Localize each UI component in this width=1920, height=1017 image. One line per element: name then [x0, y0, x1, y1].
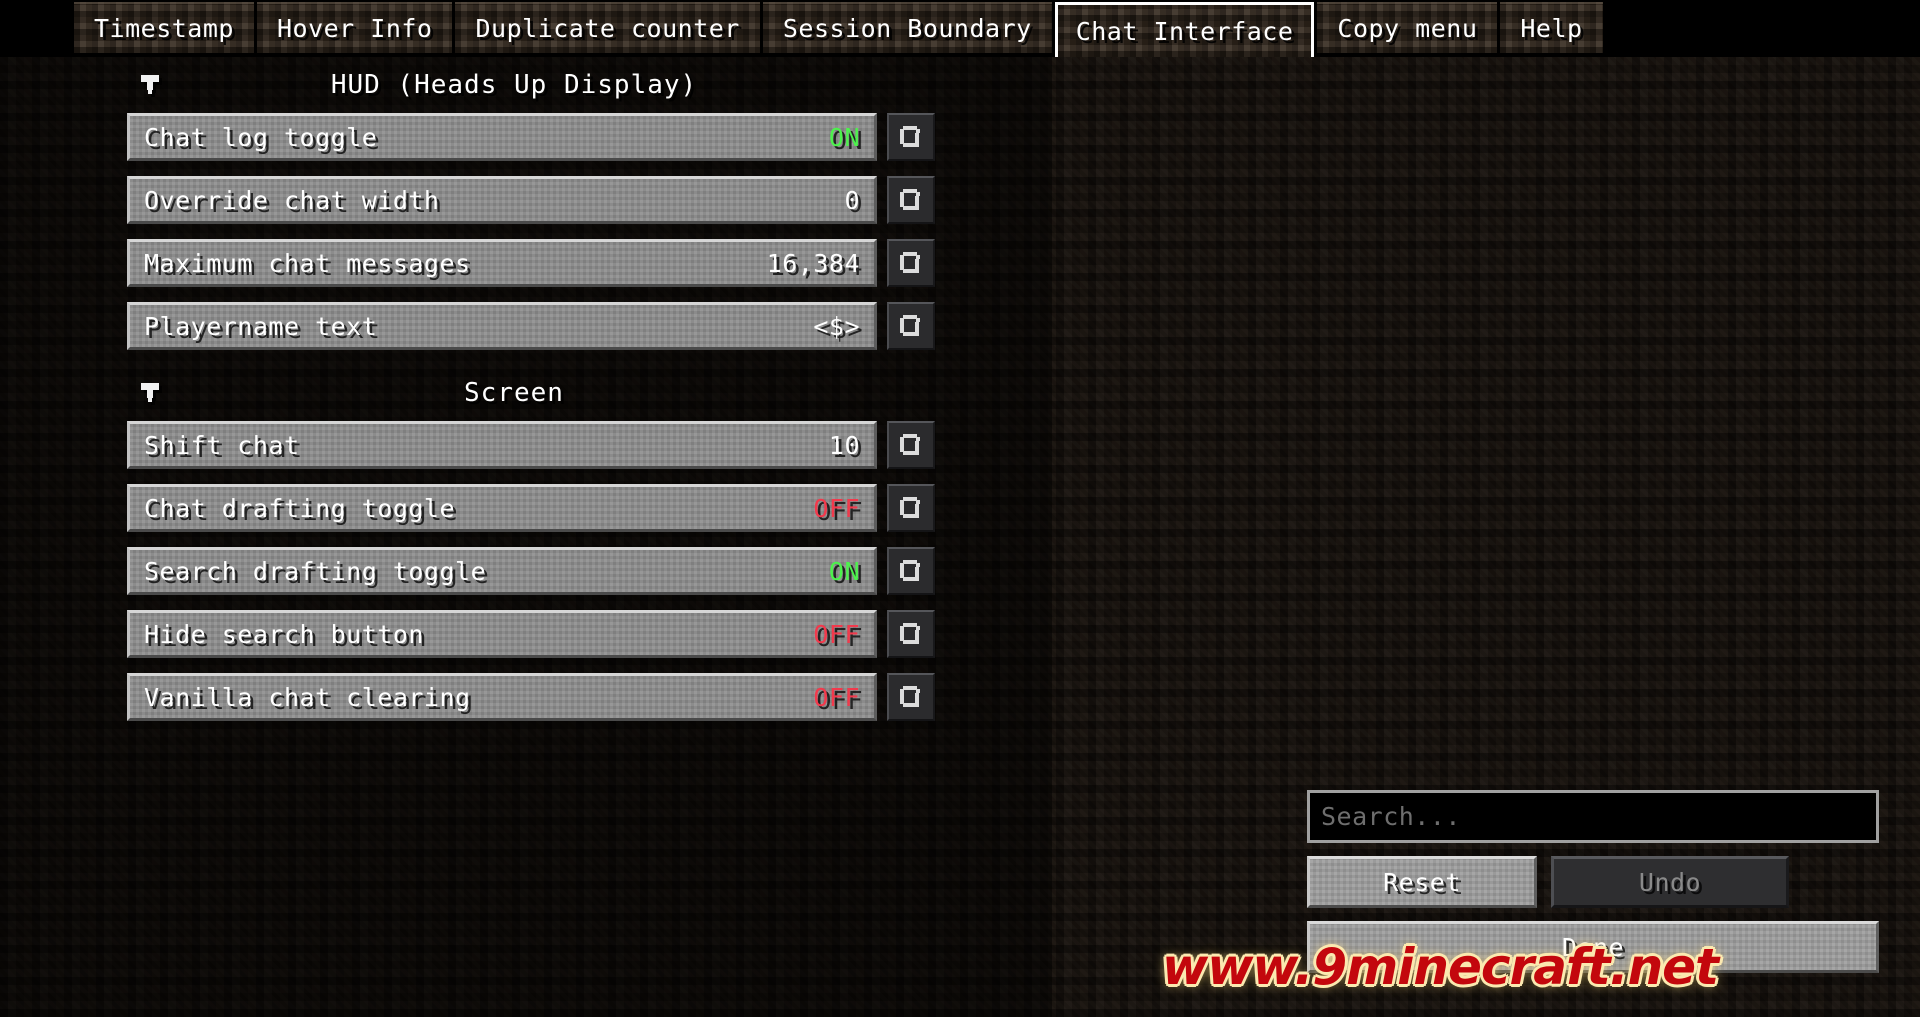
tab-timestamp[interactable]: Timestamp: [74, 2, 254, 53]
tab-chat-interface[interactable]: Chat Interface: [1054, 2, 1315, 57]
option-label: Override chat width: [144, 185, 440, 215]
reset-arrow-icon: [899, 433, 923, 457]
tab-label: Copy menu: [1337, 14, 1478, 43]
tab-duplicate-counter[interactable]: Duplicate counter: [455, 2, 760, 53]
option-control[interactable]: Playername text <$>: [127, 302, 877, 350]
tab-label: Timestamp: [94, 14, 234, 43]
option-row: Maximum chat messages 16,384: [0, 239, 1052, 293]
reset-button[interactable]: Reset: [1307, 856, 1537, 908]
reset-arrow-icon: [899, 188, 923, 212]
option-value: ON: [828, 122, 860, 152]
reset-arrow-icon: [899, 622, 923, 646]
tab-bar: Timestamp Hover Info Duplicate counter Sess…: [0, 0, 1920, 57]
option-reset-button[interactable]: [887, 421, 935, 469]
section-header[interactable]: HUD (Heads Up Display): [0, 57, 1052, 113]
section-header[interactable]: Screen: [0, 365, 1052, 421]
tab-label: Duplicate counter: [475, 14, 740, 43]
settings-screen: Timestamp Hover Info Duplicate counter Sess…: [0, 0, 1920, 1017]
option-reset-button[interactable]: [887, 302, 935, 350]
option-row: Chat log toggle ON: [0, 113, 1052, 167]
option-reset-button[interactable]: [887, 610, 935, 658]
option-reset-button[interactable]: [887, 673, 935, 721]
option-label: Playername text: [144, 311, 378, 341]
tab-session-boundary[interactable]: Session Boundary: [762, 2, 1052, 53]
done-button[interactable]: Done: [1307, 921, 1879, 973]
option-label: Chat drafting toggle: [144, 493, 456, 523]
option-control[interactable]: Search drafting toggle ON: [127, 547, 877, 595]
option-value: 0: [844, 185, 860, 215]
option-row: Shift chat 10: [0, 421, 1052, 475]
option-control[interactable]: Chat drafting toggle OFF: [127, 484, 877, 532]
search-placeholder: Search...: [1321, 802, 1461, 831]
reset-undo-row: Reset Undo: [1307, 856, 1879, 908]
reset-arrow-icon: [899, 251, 923, 275]
option-row: Chat drafting toggle OFF: [0, 484, 1052, 538]
option-label: Search drafting toggle: [144, 556, 487, 586]
option-label: Maximum chat messages: [144, 248, 471, 278]
reset-arrow-icon: [899, 685, 923, 709]
option-control[interactable]: Vanilla chat clearing OFF: [127, 673, 877, 721]
option-control[interactable]: Shift chat 10: [127, 421, 877, 469]
option-row: Vanilla chat clearing OFF: [0, 673, 1052, 727]
option-value: ON: [828, 556, 860, 586]
reset-arrow-icon: [899, 496, 923, 520]
option-control[interactable]: Chat log toggle ON: [127, 113, 877, 161]
reset-arrow-icon: [899, 314, 923, 338]
option-value: OFF: [813, 682, 860, 712]
undo-button-label: Undo: [1638, 867, 1702, 897]
section-title: HUD (Heads Up Display): [330, 70, 698, 100]
option-label: Shift chat: [144, 430, 300, 460]
tab-label: Session Boundary: [782, 14, 1032, 43]
reset-button-label: Reset: [1383, 867, 1461, 897]
option-reset-button[interactable]: [887, 239, 935, 287]
triangle-down-icon[interactable]: [141, 383, 159, 403]
tab-label: Hover Info: [276, 14, 433, 43]
option-row: Hide search button OFF: [0, 610, 1052, 664]
tab-list: Timestamp Hover Info Duplicate counter Sess…: [74, 2, 1606, 57]
section-title: Screen: [464, 378, 564, 408]
option-reset-button[interactable]: [887, 113, 935, 161]
option-value: OFF: [813, 493, 860, 523]
option-label: Chat log toggle: [144, 122, 378, 152]
bottom-controls: Search... Reset Undo Done: [1307, 790, 1879, 973]
option-reset-button[interactable]: [887, 547, 935, 595]
option-value: 10: [828, 430, 860, 460]
option-reset-button[interactable]: [887, 176, 935, 224]
done-button-label: Done: [1561, 932, 1625, 962]
option-control[interactable]: Override chat width 0: [127, 176, 877, 224]
reset-arrow-icon: [899, 559, 923, 583]
tab-copy-menu[interactable]: Copy menu: [1317, 2, 1498, 53]
undo-button[interactable]: Undo: [1551, 856, 1789, 908]
option-row: Search drafting toggle ON: [0, 547, 1052, 601]
tab-label: Chat Interface: [1075, 16, 1294, 46]
option-label: Vanilla chat clearing: [144, 682, 471, 712]
tab-hover-info[interactable]: Hover Info: [256, 2, 453, 53]
option-row: Playername text <$>: [0, 302, 1052, 356]
reset-arrow-icon: [899, 125, 923, 149]
search-input[interactable]: Search...: [1307, 790, 1879, 843]
option-row: Override chat width 0: [0, 176, 1052, 230]
option-control[interactable]: Hide search button OFF: [127, 610, 877, 658]
option-value: OFF: [813, 619, 860, 649]
option-reset-button[interactable]: [887, 484, 935, 532]
option-control[interactable]: Maximum chat messages 16,384: [127, 239, 877, 287]
triangle-down-icon[interactable]: [141, 75, 159, 95]
tab-label: Help: [1520, 14, 1583, 43]
option-value: <$>: [813, 311, 860, 341]
option-label: Hide search button: [144, 619, 424, 649]
settings-list[interactable]: HUD (Heads Up Display) Chat log toggle ON O…: [0, 57, 1052, 1017]
tab-help[interactable]: Help: [1500, 2, 1603, 53]
option-value: 16,384: [766, 248, 860, 278]
